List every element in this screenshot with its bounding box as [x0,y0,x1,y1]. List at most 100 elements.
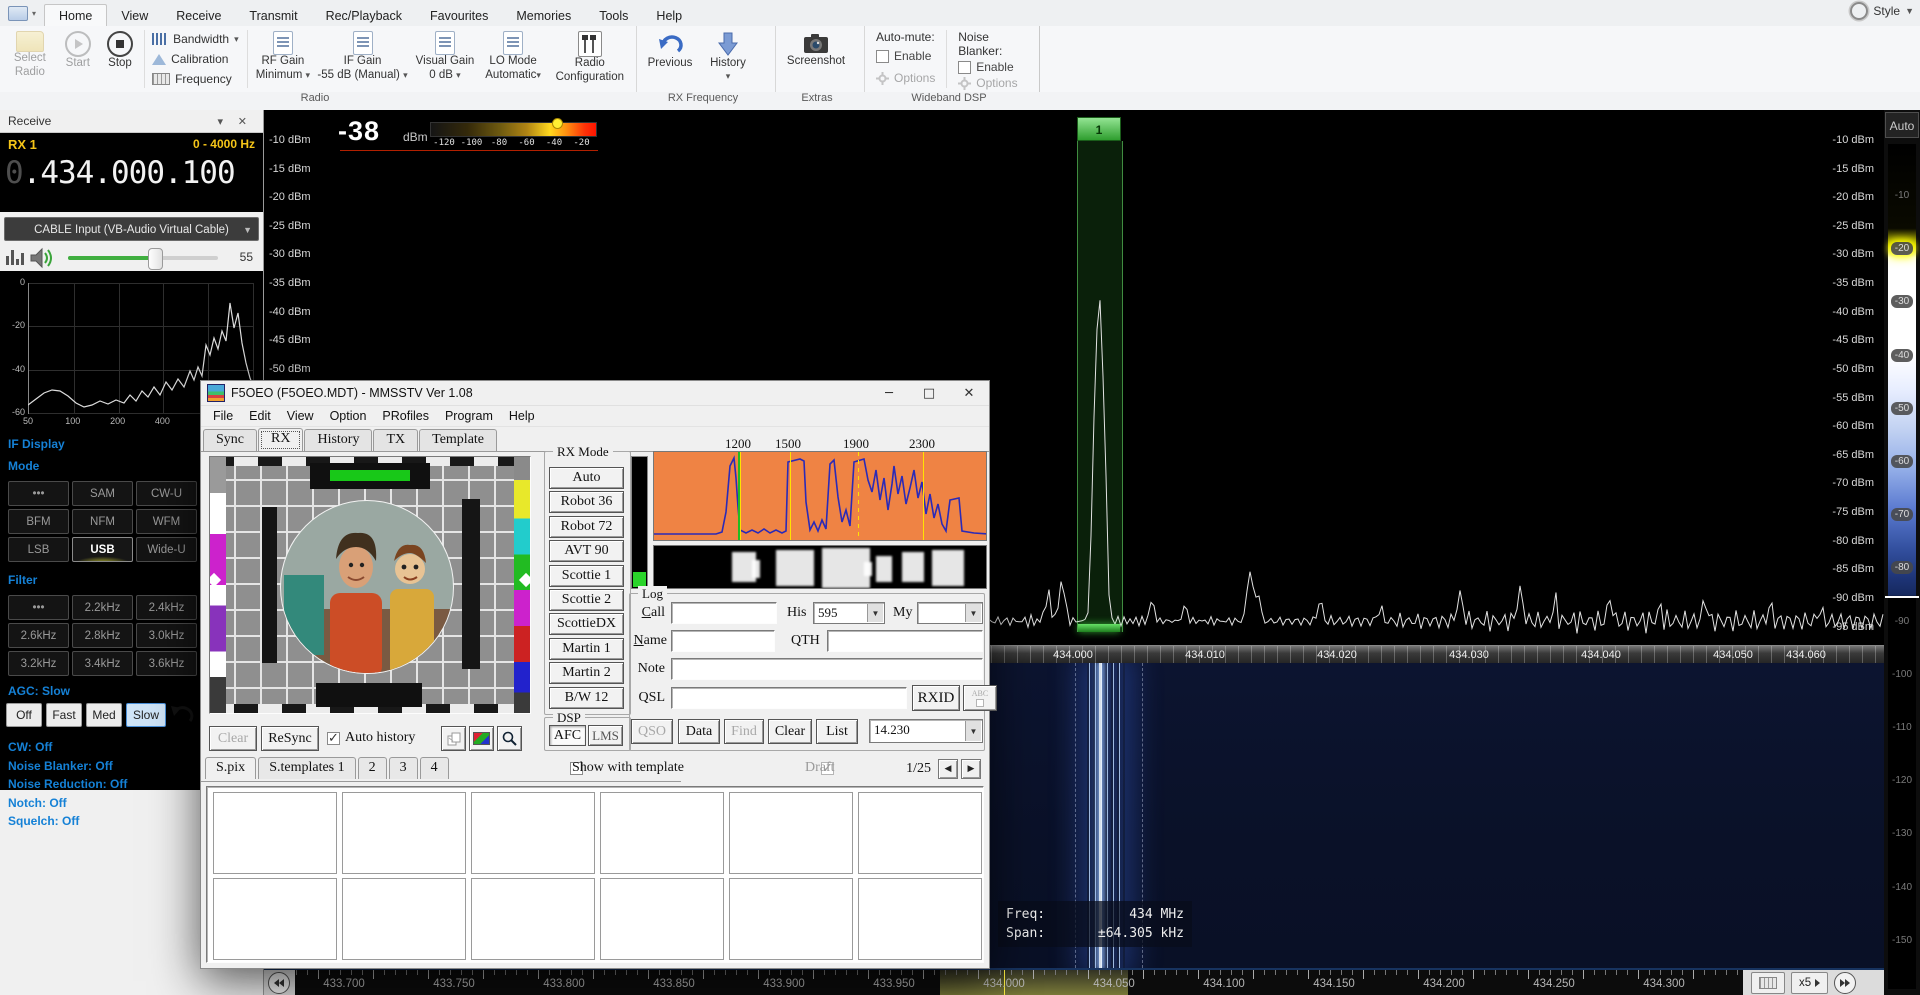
ribbon-tab-tools[interactable]: Tools [585,5,642,26]
filter-button-3-6khz[interactable]: 3.6kHz [136,651,197,676]
chevron-down-icon[interactable]: ▼ [965,604,981,622]
noise-blanker-enable-checkbox[interactable]: Enable [958,60,1028,74]
panel-chevron-down-icon[interactable]: ▾ [217,115,223,128]
ribbon-tab-memories[interactable]: Memories [502,5,585,26]
calibration-button[interactable]: Calibration [152,50,240,68]
rx-mode-b-w-12[interactable]: B/W 12 [549,687,624,709]
page-previous-button[interactable]: ◀ [938,759,958,779]
data-button[interactable]: Data [678,719,720,744]
rx-mode-martin-2[interactable]: Martin 2 [549,662,624,684]
agc-button-slow[interactable]: Slow [126,703,166,727]
qth-input[interactable] [827,630,983,652]
scroll-right-button[interactable] [1834,972,1856,994]
stop-button[interactable]: Stop [99,28,141,90]
mmsstv-tab-history[interactable]: History [304,429,372,451]
audio-input-select[interactable]: CABLE Input (VB-Audio Virtual Cable)▼ [4,217,259,241]
app-icon[interactable] [8,6,28,21]
close-button[interactable]: ✕ [949,382,989,405]
checkbox-icon[interactable] [876,50,889,63]
qat-dropdown-icon[interactable]: ▾ [32,9,36,18]
filter-button-2-6khz[interactable]: 2.6kHz [8,623,69,648]
chevron-down-icon[interactable]: ▼ [965,721,981,741]
history-button[interactable]: History ▾ [700,28,756,90]
screenshot-button[interactable]: Screenshot [779,28,853,90]
mode-button-usb[interactable]: USB [72,537,133,562]
channel-marker[interactable]: 1 [1077,117,1121,141]
mode-button-sam[interactable]: SAM [72,481,133,506]
mmsstv-tab-rx[interactable]: RX [258,428,303,452]
rx-mode-scottie-2[interactable]: Scottie 2 [549,589,624,611]
threshold-line[interactable] [1885,596,1919,598]
rx-mode-robot-36[interactable]: Robot 36 [549,491,624,513]
menu-view[interactable]: View [279,409,322,423]
ribbon-tab-view[interactable]: View [107,5,162,26]
call-input[interactable] [671,602,777,624]
thumbnail-cell[interactable] [342,792,466,874]
bottom-tab-s-templates-1[interactable]: S.templates 1 [258,757,355,779]
his-select[interactable]: 595▼ [813,602,885,624]
agc-button-med[interactable]: Med [86,703,122,727]
minimize-button[interactable]: ─ [869,382,909,405]
settings-gear-icon[interactable] [1850,2,1868,20]
menu-program[interactable]: Program [437,409,501,423]
menu-option[interactable]: Option [322,409,375,423]
list-button[interactable]: List [816,719,858,744]
speaker-icon[interactable] [30,247,56,269]
clear-log-button[interactable]: Clear [768,719,812,744]
chevron-down-icon[interactable]: ▼ [867,604,883,622]
scroll-left-button[interactable] [268,972,290,994]
checkbox-icon[interactable] [958,61,971,74]
note-input[interactable] [671,658,983,680]
mode-button-cw-u[interactable]: CW-U [136,481,197,506]
auto-mute-enable-checkbox[interactable]: Enable [876,46,935,66]
mmsstv-tab-tx[interactable]: TX [373,429,418,451]
filter-button-3-4khz[interactable]: 3.4kHz [72,651,133,676]
thumbnail-cell[interactable] [600,878,724,960]
filter-button-3-0khz[interactable]: 3.0kHz [136,623,197,648]
bandwidth-button[interactable]: Bandwidth ▾ [152,30,240,48]
rx-mode-scottie-1[interactable]: Scottie 1 [549,565,624,587]
mmsstv-tab-sync[interactable]: Sync [203,429,257,451]
rx-mode-avt-90[interactable]: AVT 90 [549,540,624,562]
qso-button[interactable]: QSO [631,719,673,744]
bottom-tab-2[interactable]: 2 [358,757,387,779]
filter-button-2-8khz[interactable]: 2.8kHz [72,623,133,648]
name-input[interactable] [671,630,775,652]
maximize-button[interactable]: □ [909,382,949,405]
my-select[interactable]: ▼ [917,602,983,624]
agc-undo-icon[interactable] [168,702,194,726]
keyboard-entry-button[interactable] [1751,972,1785,994]
volume-handle[interactable] [148,248,163,270]
thumbnail-cell[interactable] [600,792,724,874]
image-button[interactable] [469,726,494,751]
mode-button-nfm[interactable]: NFM [72,509,133,534]
ribbon-tab-rec-playback[interactable]: Rec/Playback [312,5,416,26]
clear-button[interactable]: Clear [209,726,257,751]
auto-scale-button[interactable]: Auto [1885,112,1919,138]
volume-slider[interactable] [68,256,218,260]
receive-panel-header[interactable]: Receive [0,110,263,133]
rxid-button[interactable]: RXID [912,685,960,711]
rf-gain-button[interactable]: RF Gain Minimum ▾ [251,28,314,90]
ribbon-tab-help[interactable]: Help [642,5,696,26]
menu-help[interactable]: Help [501,409,543,423]
filter-button-2-4khz[interactable]: 2.4kHz [136,595,197,620]
frequency-navigation-bar[interactable]: x5 433.700433.750433.800433.850433.90043… [263,968,1884,995]
mode-button-lsb[interactable]: LSB [8,537,69,562]
mode-button-wide-u[interactable]: Wide-U [136,537,197,562]
page-next-button[interactable]: ▶ [961,759,981,779]
equalizer-icon[interactable] [6,250,24,265]
lo-mode-button[interactable]: LO Mode Automatic▾ [480,28,547,90]
auto-history-checkbox[interactable] [327,732,340,745]
find-button[interactable]: Find [724,719,764,744]
noise-blanker-options-button[interactable]: Options [958,76,1028,90]
lms-button[interactable]: LMS [588,725,623,746]
rx-mode-robot-72[interactable]: Robot 72 [549,516,624,538]
if-gain-button[interactable]: IF Gain -55 dB (Manual) ▾ [315,28,411,90]
auto-mute-options-button[interactable]: Options [876,68,935,88]
thumbnail-cell[interactable] [858,878,982,960]
thumbnail-cell[interactable] [858,792,982,874]
thumbnail-cell[interactable] [213,792,337,874]
thumbnail-cell[interactable] [729,792,853,874]
menu-profiles[interactable]: PRofiles [374,409,437,423]
